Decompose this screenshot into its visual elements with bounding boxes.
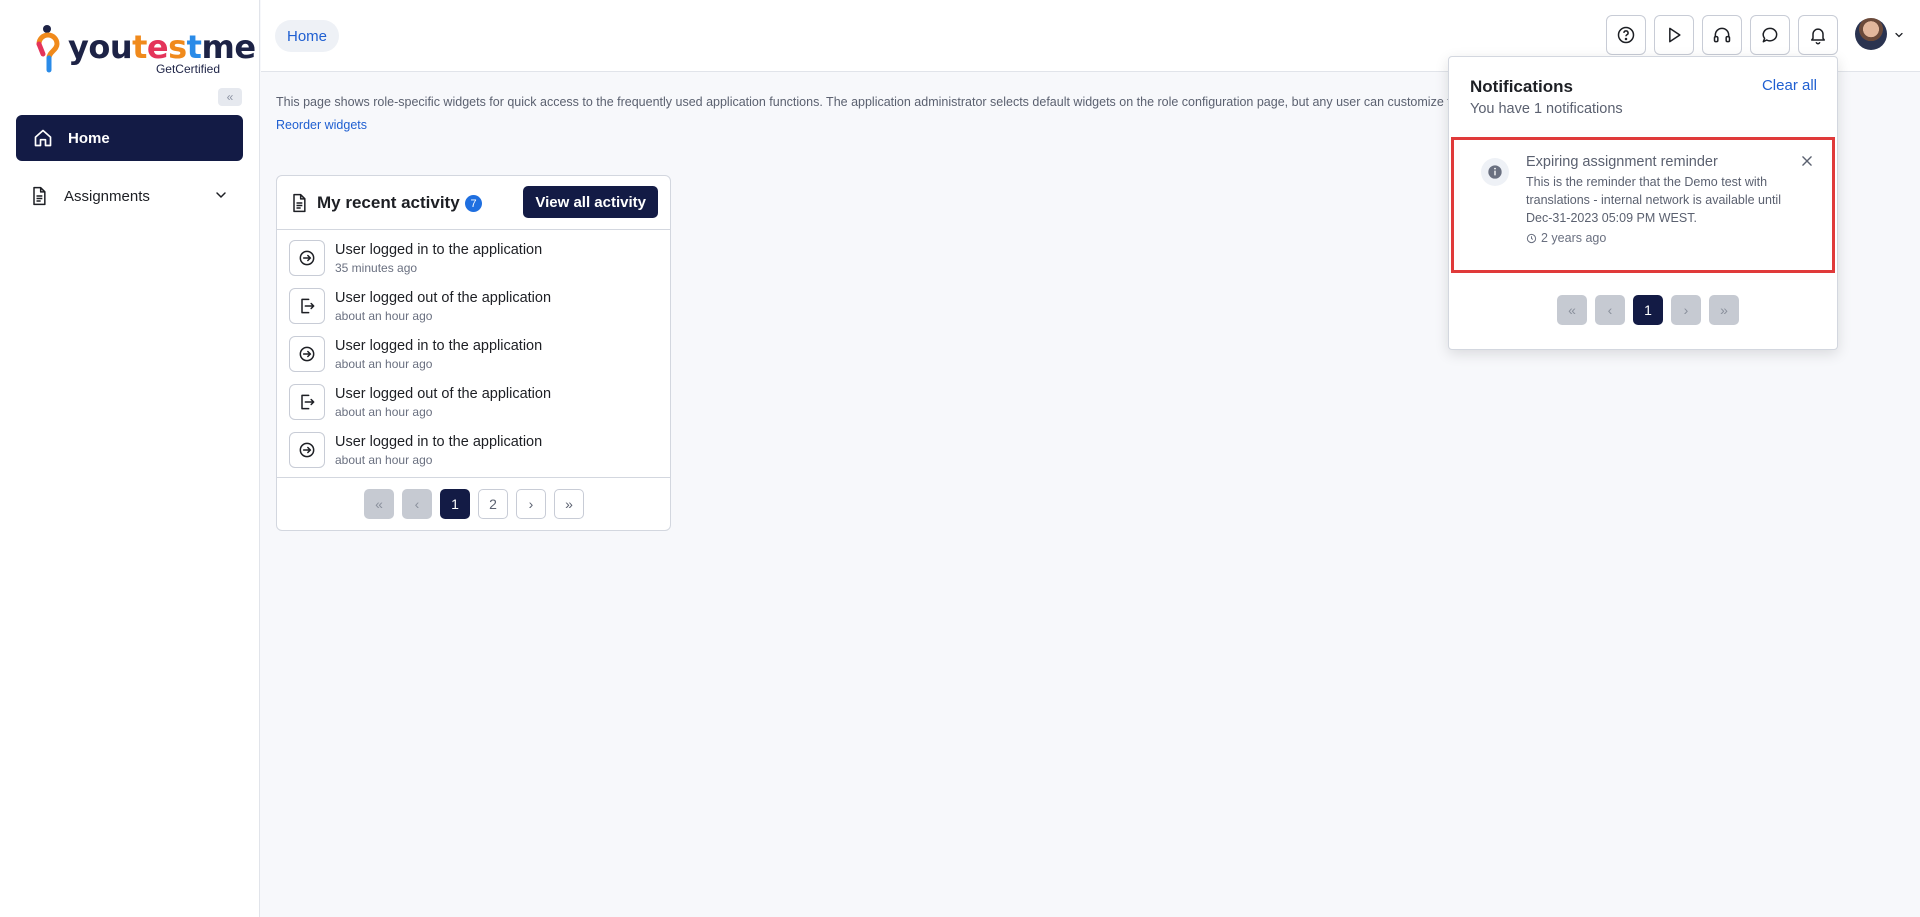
double-chevron-left-icon: « bbox=[226, 90, 234, 104]
logo-subtitle: GetCertified bbox=[155, 62, 220, 76]
breadcrumb[interactable]: Home bbox=[275, 20, 340, 52]
first-page-button[interactable]: « bbox=[1557, 295, 1587, 325]
clock-icon bbox=[1526, 233, 1537, 243]
first-page-button[interactable]: « bbox=[364, 489, 394, 519]
activity-text: User logged out of the application bbox=[335, 290, 552, 306]
list-item: User logged in to the application about … bbox=[289, 431, 659, 471]
document-icon bbox=[28, 185, 50, 207]
sidebar-item-home[interactable]: Home bbox=[16, 115, 243, 161]
list-item: User logged out of the application about… bbox=[289, 287, 659, 327]
activity-text: User logged in to the application bbox=[335, 338, 543, 354]
notifications-title: Notifications bbox=[1470, 77, 1573, 96]
list-item: User logged out of the application about… bbox=[289, 383, 659, 423]
notification-body: This is the reminder that the Demo test … bbox=[1526, 175, 1781, 225]
reorder-widgets-link[interactable]: Reorder widgets bbox=[276, 118, 367, 132]
info-icon bbox=[1481, 158, 1509, 186]
page-1-button[interactable]: 1 bbox=[1633, 295, 1663, 325]
chat-icon bbox=[1762, 27, 1778, 43]
last-page-button[interactable]: » bbox=[1709, 295, 1739, 325]
help-icon bbox=[1617, 26, 1635, 44]
sidebar-item-assignments[interactable]: Assignments bbox=[16, 173, 243, 219]
activity-time: about an hour ago bbox=[335, 309, 433, 323]
next-page-button[interactable]: › bbox=[1671, 295, 1701, 325]
activity-time: 35 minutes ago bbox=[335, 261, 418, 275]
bell-icon bbox=[1811, 28, 1825, 45]
clear-all-link[interactable]: Clear all bbox=[1762, 77, 1817, 94]
youtestme-logo[interactable]: youtestme GetCertified bbox=[34, 24, 256, 76]
activity-text: User logged out of the application bbox=[335, 386, 552, 402]
logout-icon bbox=[289, 384, 325, 420]
page-1-button[interactable]: 1 bbox=[440, 489, 470, 519]
activity-count-badge: 7 bbox=[465, 195, 482, 212]
login-icon bbox=[289, 240, 325, 276]
list-item: User logged in to the application 35 min… bbox=[289, 239, 659, 279]
chevron-down-icon[interactable] bbox=[1893, 28, 1905, 46]
activity-text: User logged in to the application bbox=[335, 242, 543, 258]
widget-pagination: « ‹ 1 2 › » bbox=[277, 477, 670, 531]
chevron-down-icon[interactable] bbox=[213, 187, 229, 207]
notifications-count: You have 1 notifications bbox=[1470, 101, 1623, 117]
sidebar-item-label: Home bbox=[68, 129, 110, 147]
activity-time: about an hour ago bbox=[335, 405, 433, 419]
document-icon bbox=[289, 193, 309, 218]
last-page-button[interactable]: » bbox=[554, 489, 584, 519]
prev-page-button[interactable]: ‹ bbox=[402, 489, 432, 519]
recent-activity-widget: My recent activity 7 View all activity U… bbox=[276, 175, 671, 531]
logout-icon bbox=[289, 288, 325, 324]
view-all-activity-button[interactable]: View all activity bbox=[523, 186, 658, 218]
play-icon bbox=[1669, 27, 1681, 43]
notifications-button[interactable] bbox=[1798, 15, 1838, 55]
login-icon bbox=[289, 336, 325, 372]
notification-time-text: 2 years ago bbox=[1541, 231, 1607, 245]
notification-title: Expiring assignment reminder bbox=[1526, 154, 1718, 170]
widget-title: My recent activity bbox=[317, 193, 460, 212]
sidebar: youtestme GetCertified « Home Assignment… bbox=[0, 0, 260, 917]
collapse-sidebar-button[interactable]: « bbox=[218, 88, 242, 106]
widget-header: My recent activity 7 View all activity bbox=[277, 176, 670, 230]
headset-icon bbox=[1713, 27, 1731, 43]
play-button[interactable] bbox=[1654, 15, 1694, 55]
dismiss-notification-button[interactable] bbox=[1800, 154, 1814, 173]
logo-wordmark: youtestme bbox=[68, 28, 256, 66]
close-icon bbox=[1802, 156, 1812, 166]
activity-time: about an hour ago bbox=[335, 357, 433, 371]
home-icon bbox=[32, 127, 54, 149]
chat-button[interactable] bbox=[1750, 15, 1790, 55]
activity-time: about an hour ago bbox=[335, 453, 433, 467]
avatar[interactable] bbox=[1855, 18, 1887, 50]
prev-page-button[interactable]: ‹ bbox=[1595, 295, 1625, 325]
notification-time: 2 years ago bbox=[1526, 231, 1606, 245]
notifications-panel: Notifications Clear all You have 1 notif… bbox=[1448, 56, 1838, 350]
list-item: User logged in to the application about … bbox=[289, 335, 659, 375]
next-page-button[interactable]: › bbox=[516, 489, 546, 519]
support-button[interactable] bbox=[1702, 15, 1742, 55]
login-icon bbox=[289, 432, 325, 468]
activity-text: User logged in to the application bbox=[335, 434, 543, 450]
help-button[interactable] bbox=[1606, 15, 1646, 55]
notification-item[interactable]: Expiring assignment reminder This is the… bbox=[1451, 137, 1835, 273]
sidebar-item-label: Assignments bbox=[64, 187, 150, 205]
logo-mark-icon bbox=[36, 25, 60, 73]
page-2-button[interactable]: 2 bbox=[478, 489, 508, 519]
